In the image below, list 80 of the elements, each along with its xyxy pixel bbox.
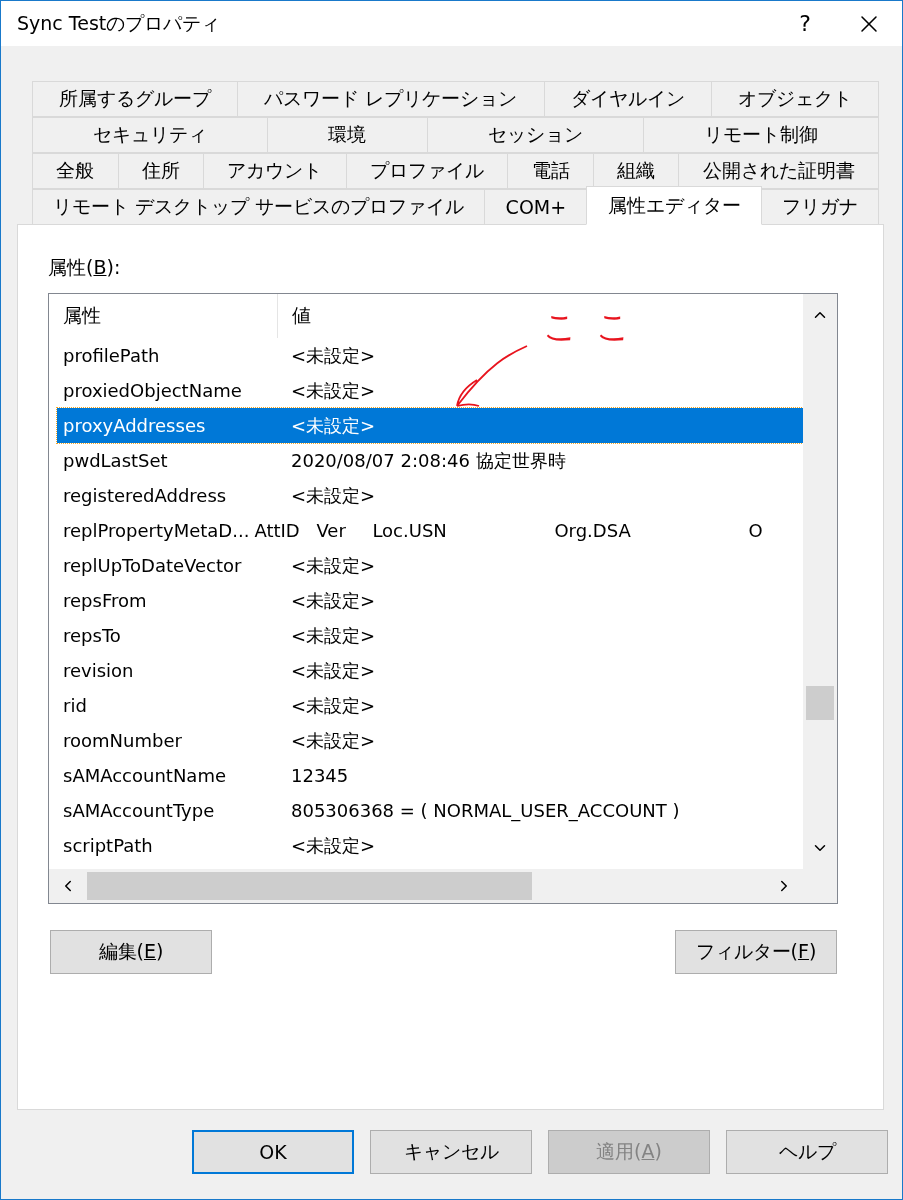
attribute-value: <未設定> — [291, 623, 376, 648]
handwritten-note: ここ — [543, 305, 649, 348]
window-title: Sync Testのプロパティ — [17, 10, 222, 36]
attribute-value: <未設定> — [291, 413, 376, 438]
tab[interactable]: オブジェクト — [710, 81, 879, 117]
dialog-button[interactable]: OK — [192, 1130, 354, 1174]
attribute-name: proxyAddresses — [62, 415, 207, 436]
attribute-row[interactable]: replUpToDateVector <未設定> — [57, 548, 803, 583]
attribute-value: 12345 — [291, 765, 349, 786]
attribute-row[interactable]: registeredAddress <未設定> — [57, 478, 803, 513]
attribute-value: 2020/08/07 2:08:46 協定世界時 — [291, 448, 566, 473]
tab[interactable]: プロファイル — [345, 153, 509, 189]
column-header[interactable]: 値 — [278, 294, 311, 338]
attribute-name: sAMAccountType — [62, 800, 216, 821]
tab[interactable]: 公開された証明書 — [678, 153, 880, 189]
tab[interactable]: 所属するグループ — [32, 81, 239, 117]
value-column-heading: Loc.USN — [372, 520, 448, 541]
tab[interactable]: パスワード レプリケーション — [237, 81, 545, 117]
tab[interactable]: リモート制御 — [642, 117, 879, 153]
tab[interactable]: セッション — [426, 117, 644, 153]
tab[interactable]: ダイヤルイン — [543, 81, 712, 117]
attribute-name: profilePath — [62, 345, 161, 366]
attribute-name: proxiedObjectName — [62, 380, 243, 401]
attribute-name: replUpToDateVector — [62, 555, 243, 576]
list-label: 属性(B): — [48, 255, 121, 280]
tab[interactable]: 住所 — [117, 153, 205, 189]
attribute-name: repsFrom — [62, 590, 148, 611]
attribute-name: repsTo — [62, 625, 122, 646]
attribute-value: <未設定> — [291, 343, 376, 368]
attribute-value: <未設定> — [291, 833, 376, 858]
value-column-heading: AttID — [254, 520, 301, 541]
value-column-heading: O — [748, 520, 764, 541]
attribute-value: <未設定> — [291, 588, 376, 613]
attribute-row[interactable]: roomNumber <未設定> — [57, 723, 803, 758]
attribute-row[interactable]: repsTo <未設定> — [57, 618, 803, 653]
attribute-name: sAMAccountName — [62, 765, 227, 786]
attribute-row[interactable]: replPropertyMetaD... AttID Ver Loc.USN Org.DSA O — [57, 513, 803, 548]
attribute-value: 805306368 = ( NORMAL_USER_ACCOUNT ) — [291, 800, 680, 821]
dialog-button[interactable]: ヘルプ — [726, 1130, 888, 1174]
column-header[interactable]: 属性 — [49, 294, 278, 338]
tab[interactable]: 属性エディター — [586, 186, 762, 225]
attribute-name: registeredAddress — [62, 485, 228, 506]
attribute-name: revision — [62, 660, 135, 681]
attribute-name: scriptPath — [62, 835, 154, 856]
attribute-row[interactable]: sAMAccountType 805306368 = ( NORMAL_USER_ACCOUNT ) — [57, 793, 803, 828]
attribute-value: <未設定> — [291, 728, 376, 753]
attribute-row[interactable]: pwdLastSet 2020/08/07 2:08:46 協定世界時 — [57, 443, 803, 478]
attribute-name: replPropertyMetaD... — [62, 520, 250, 541]
attribute-row[interactable]: proxyAddresses <未設定> — [57, 408, 803, 443]
vertical-scrollbar[interactable] — [803, 294, 837, 869]
panel-button[interactable]: 編集(E) — [50, 930, 212, 974]
panel-button[interactable]: フィルター(F) — [675, 930, 837, 974]
tab[interactable]: リモート デスクトップ サービスのプロファイル — [32, 189, 486, 225]
tab[interactable]: 環境 — [267, 117, 428, 153]
value-column-heading: Ver — [316, 520, 347, 541]
tab[interactable]: アカウント — [203, 153, 347, 189]
attribute-value: <未設定> — [291, 553, 376, 578]
scroll-thumb[interactable] — [87, 872, 532, 900]
attribute-name: pwdLastSet — [62, 450, 169, 471]
attribute-row[interactable]: scriptPath <未設定> — [57, 828, 803, 863]
attribute-name: roomNumber — [62, 730, 183, 751]
tab[interactable]: 全般 — [32, 153, 119, 189]
attribute-value: <未設定> — [291, 378, 376, 403]
horizontal-scrollbar[interactable] — [49, 869, 803, 903]
attribute-row[interactable]: sAMAccountName 12345 — [57, 758, 803, 793]
tab[interactable]: フリガナ — [760, 189, 879, 225]
tab[interactable]: セキュリティ — [32, 117, 269, 153]
attribute-value: <未設定> — [291, 693, 376, 718]
attribute-row[interactable]: proxiedObjectName <未設定> — [57, 373, 803, 408]
attribute-row[interactable]: rid <未設定> — [57, 688, 803, 723]
dialog-button[interactable]: キャンセル — [370, 1130, 532, 1174]
attribute-value: <未設定> — [291, 483, 376, 508]
tab[interactable]: 電話 — [507, 153, 594, 189]
attribute-row[interactable]: revision <未設定> — [57, 653, 803, 688]
value-column-heading: Org.DSA — [554, 520, 632, 541]
attribute-value: <未設定> — [291, 658, 376, 683]
attribute-name: rid — [62, 695, 88, 716]
scroll-thumb[interactable] — [806, 686, 834, 720]
attribute-row[interactable]: repsFrom <未設定> — [57, 583, 803, 618]
help-button[interactable]: ? — [782, 11, 828, 36]
